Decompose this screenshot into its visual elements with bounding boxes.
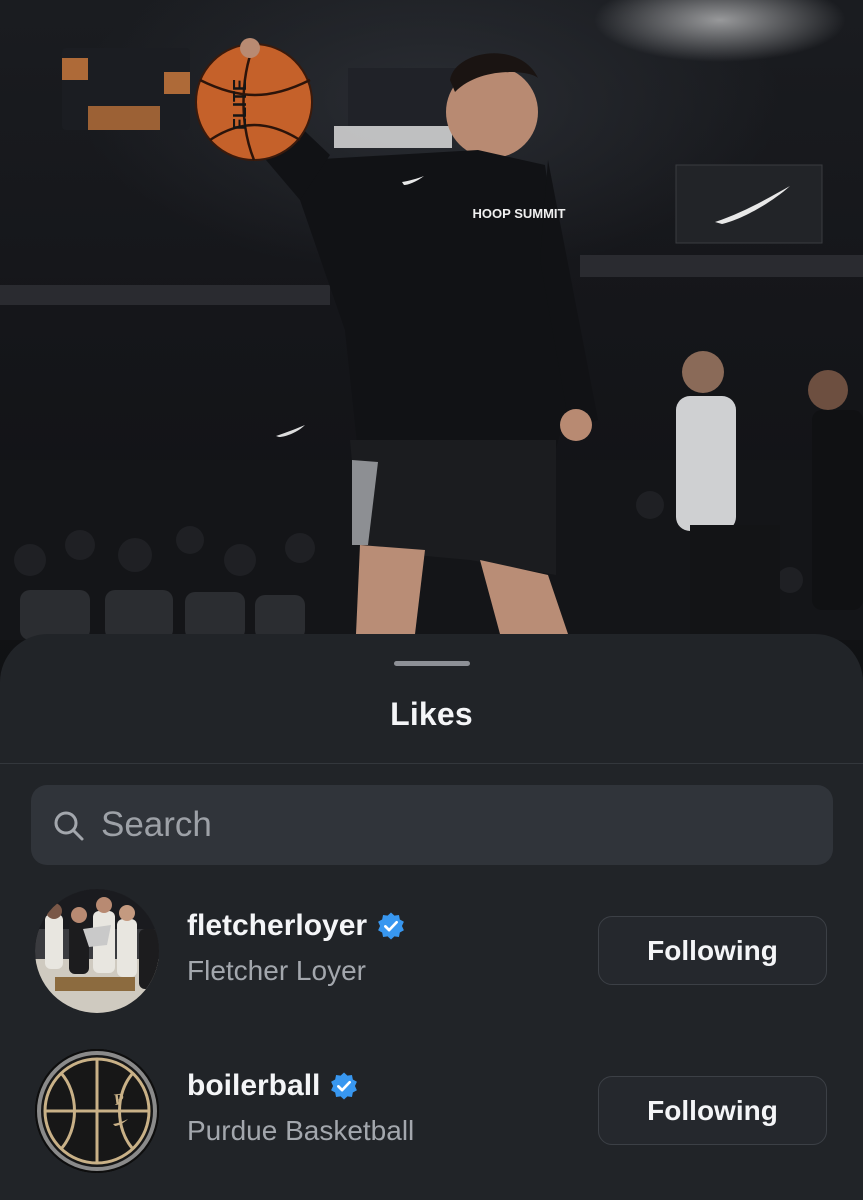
list-item[interactable]: P boilerball Purdue Basketball Following — [0, 1049, 863, 1179]
sheet-title: Likes — [390, 696, 473, 732]
basketball: ELITE — [195, 43, 313, 161]
basketball-logo-icon: P — [35, 1049, 159, 1173]
full-name: Purdue Basketball — [187, 1115, 415, 1146]
full-name: Fletcher Loyer — [187, 955, 366, 986]
sheet-grabber[interactable] — [394, 661, 470, 666]
username[interactable]: boilerball — [187, 1069, 320, 1103]
username-line: boilerball — [187, 1069, 359, 1103]
search-input[interactable] — [101, 797, 801, 853]
verified-badge-icon — [378, 912, 404, 940]
username[interactable]: fletcherloyer — [187, 909, 367, 943]
search-bar[interactable] — [31, 785, 833, 865]
divider — [0, 763, 863, 764]
avatar-image — [35, 889, 159, 1013]
following-button[interactable]: Following — [598, 1076, 827, 1145]
arena-scene: HOOP SUMMIT ELITE — [0, 38, 863, 640]
search-icon — [54, 811, 84, 841]
avatar[interactable] — [35, 889, 159, 1013]
verified-badge-icon — [331, 1072, 358, 1100]
list-item[interactable]: fletcherloyer Fletcher Loyer Following — [0, 889, 863, 1019]
username-line: fletcherloyer — [187, 909, 406, 943]
avatar[interactable]: P — [35, 1049, 159, 1173]
likes-sheet: Likes Search fletcherloyer Fletcher Loye… — [0, 634, 863, 1200]
shirt-logo-text: HOOP SUMMIT — [473, 206, 566, 221]
post-photo: HOOP SUMMIT ELITE — [0, 0, 863, 700]
following-button[interactable]: Following — [598, 916, 827, 985]
ball-brand-text: ELITE — [230, 79, 250, 130]
